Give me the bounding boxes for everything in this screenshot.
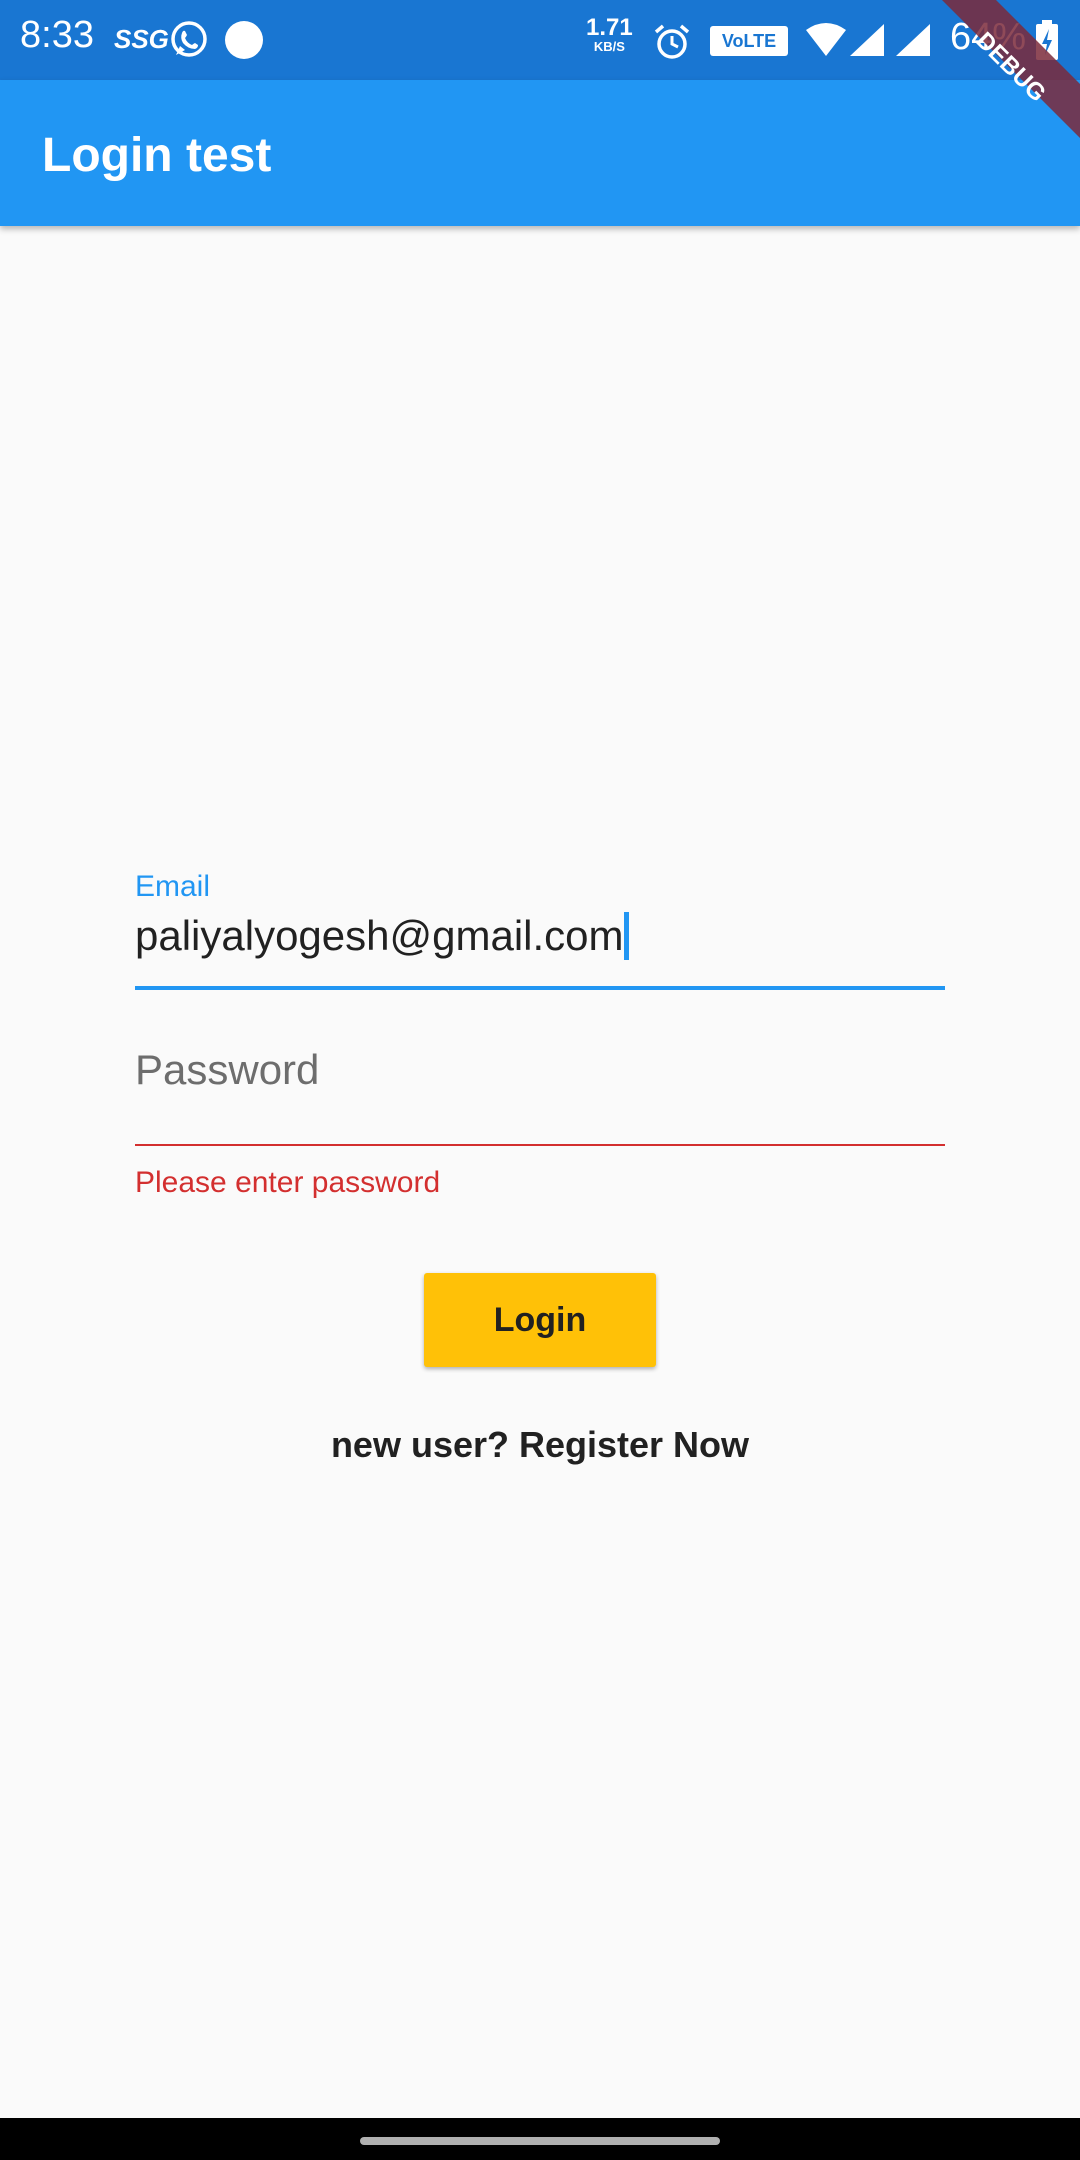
- register-link[interactable]: new user? Register Now: [0, 1424, 1080, 1466]
- net-speed-value: 1.71: [586, 14, 633, 41]
- home-gesture-handle[interactable]: [360, 2137, 720, 2145]
- battery-charging-icon: [1034, 20, 1060, 67]
- password-field[interactable]: Password: [135, 1046, 319, 1094]
- signal-icon: [848, 22, 886, 63]
- notification-dot-icon: [224, 20, 264, 65]
- email-label: Email: [135, 870, 211, 903]
- login-button[interactable]: Login: [424, 1273, 656, 1367]
- email-underline: [135, 986, 945, 990]
- app-bar: Login test: [0, 80, 1080, 226]
- alarm-icon: [652, 22, 692, 67]
- password-underline: [135, 1144, 945, 1146]
- volte-badge: VoLTE: [710, 26, 788, 56]
- wifi-icon: [804, 22, 848, 63]
- whatsapp-icon: [168, 19, 210, 66]
- status-bar: 8:33 SSG 1.71 KB/S VoLTE 64%: [0, 0, 1080, 80]
- password-error: Please enter password: [135, 1166, 441, 1199]
- email-field[interactable]: paliyalyogesh@gmail.com: [135, 912, 624, 960]
- text-cursor: [624, 912, 629, 960]
- status-time: 8:33: [20, 14, 94, 56]
- carrier-label: SSG: [114, 24, 169, 54]
- net-speed: 1.71 KB/S: [586, 14, 633, 54]
- net-speed-unit: KB/S: [593, 39, 625, 54]
- battery-percent: 64%: [950, 16, 1027, 58]
- app-title: Login test: [42, 129, 272, 182]
- signal-icon-2: [894, 22, 932, 63]
